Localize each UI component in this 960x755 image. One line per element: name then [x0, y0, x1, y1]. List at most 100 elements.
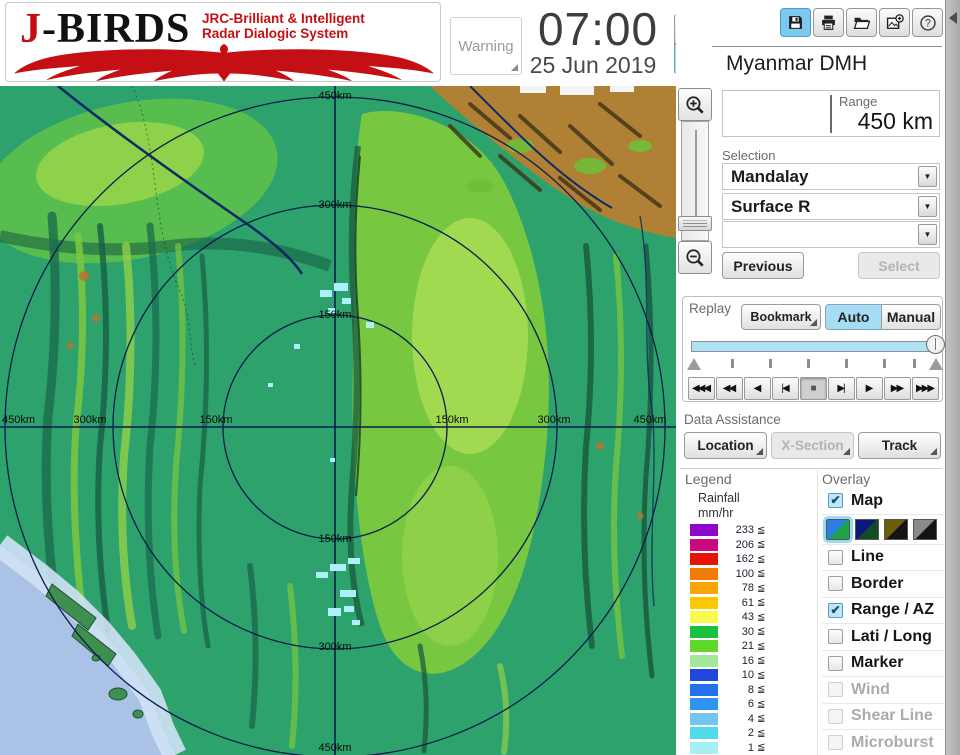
rain-echo [316, 572, 328, 578]
step-forward-button[interactable]: ▶| [828, 377, 855, 400]
legend-title: Legend [685, 471, 732, 487]
zoom-slider-handle[interactable] [678, 216, 712, 231]
zoom-in-button[interactable] [678, 88, 712, 121]
range-value: 450 km [857, 108, 933, 134]
column-separator [817, 470, 818, 755]
data-assistance-label: Data Assistance [684, 412, 781, 427]
product-dropdown[interactable]: Surface R ▼ [722, 193, 940, 220]
forward-button[interactable]: ▶▶ [884, 377, 911, 400]
checkbox-icon[interactable] [828, 576, 843, 592]
svg-text:?: ? [925, 17, 931, 29]
map-style-swatch[interactable] [823, 515, 853, 543]
legend-value: 233 [735, 524, 754, 537]
replay-slider-handle[interactable] [926, 335, 945, 354]
svg-text:300km: 300km [73, 414, 106, 426]
legend-lte-symbol: ≦ [757, 698, 766, 710]
legend-value: 61 [741, 596, 754, 609]
overlay-row-microburst[interactable]: Microburst [822, 730, 944, 755]
legend-row: 30 ≦ [690, 625, 810, 640]
svg-text:450km: 450km [2, 414, 35, 426]
extra-dropdown[interactable]: ▼ [722, 221, 940, 248]
checkbox-icon[interactable] [828, 655, 843, 671]
legend-row: 162 ≦ [690, 552, 810, 567]
zoom-out-button[interactable] [678, 241, 712, 274]
radar-map-display[interactable]: 450km 300km 150km 150km 300km 450km 450k… [0, 86, 676, 755]
overlay-row-map[interactable]: ✔ Map [822, 488, 944, 515]
help-button[interactable]: ? [912, 8, 943, 37]
svg-text:450km: 450km [318, 90, 351, 102]
overlay-row-marker[interactable]: Marker [822, 651, 944, 677]
step-back-button[interactable]: |◀ [772, 377, 799, 400]
overlay-item-label: Border [851, 574, 904, 592]
play-button[interactable]: ▶ [856, 377, 883, 400]
x-section-button[interactable]: X-Section [771, 432, 854, 459]
panel-edge-strip[interactable] [945, 0, 960, 755]
legend-color-swatch [690, 741, 718, 754]
checkbox-icon[interactable]: ✔ [828, 602, 843, 618]
warning-button[interactable]: Warning [450, 17, 522, 75]
overlay-row-border[interactable]: Border [822, 571, 944, 598]
legend-unit: Rainfall mm/hr [698, 491, 740, 520]
track-button[interactable]: Track [858, 432, 941, 459]
map-style-selector [822, 515, 944, 545]
legend-color-swatch [690, 712, 718, 725]
checkbox-icon[interactable] [828, 682, 843, 698]
legend-lte-symbol: ≦ [757, 727, 766, 739]
legend-value: 21 [741, 640, 754, 653]
legend-color-swatch [690, 553, 718, 566]
add-image-button[interactable] [879, 8, 910, 37]
legend-color-swatch [690, 669, 718, 682]
chevron-down-icon[interactable]: ▼ [918, 166, 937, 187]
rain-echo [330, 564, 346, 571]
fast-rewind-button[interactable]: ◀◀◀ [688, 377, 715, 400]
location-button[interactable]: Location [684, 432, 767, 459]
chevron-down-icon[interactable]: ▼ [918, 196, 937, 217]
overlay-row-range-az[interactable]: ✔ Range / AZ [822, 598, 944, 624]
manual-replay-button[interactable]: Manual [881, 304, 941, 330]
fast-forward-button[interactable]: ▶▶▶ [912, 377, 939, 400]
save-button[interactable] [780, 8, 811, 37]
legend-row: 10 ≦ [690, 668, 810, 683]
overlay-row-wind[interactable]: Wind [822, 677, 944, 704]
jbirds-logo: J-BIRDS JRC-Brilliant & Intelligent Rada… [5, 2, 441, 82]
play-back-button[interactable]: ◀ [744, 377, 771, 400]
previous-button[interactable]: Previous [722, 252, 804, 279]
add-image-icon [886, 13, 904, 29]
overlay-row-shear-line[interactable]: Shear Line [822, 704, 944, 730]
map-style-swatch[interactable] [913, 518, 937, 540]
panel-separator [712, 46, 942, 47]
map-style-swatch[interactable] [855, 518, 879, 540]
select-button[interactable]: Select [858, 252, 940, 279]
rain-echo [340, 590, 356, 597]
site-dropdown[interactable]: Mandalay ▼ [722, 163, 940, 190]
replay-timeline-slider[interactable] [691, 341, 937, 352]
checkbox-icon[interactable] [828, 629, 843, 645]
overlay-item-label: Marker [851, 654, 904, 672]
checkbox-icon[interactable] [828, 549, 843, 565]
rain-echo [294, 344, 300, 349]
checkbox-icon[interactable] [828, 735, 843, 751]
svg-text:150km: 150km [318, 533, 351, 545]
auto-replay-button[interactable]: Auto [825, 304, 882, 330]
chevron-down-icon[interactable]: ▼ [918, 224, 937, 245]
rain-echo [328, 608, 341, 616]
checkbox-icon[interactable] [828, 708, 843, 724]
svg-text:300km: 300km [318, 199, 351, 211]
overlay-row-line[interactable]: Line [822, 545, 944, 571]
map-style-swatch[interactable] [884, 518, 908, 540]
print-button[interactable] [813, 8, 844, 37]
checkbox-icon[interactable]: ✔ [828, 493, 843, 509]
legend-color-swatch [690, 582, 718, 595]
open-folder-button[interactable] [846, 8, 877, 37]
open-folder-icon [853, 17, 870, 29]
legend-color-swatch [690, 625, 718, 638]
rewind-button[interactable]: ◀◀ [716, 377, 743, 400]
product-dropdown-value: Surface R [731, 197, 811, 216]
legend-value: 206 [735, 538, 754, 551]
bookmark-button[interactable]: Bookmark [741, 304, 821, 330]
stop-button[interactable]: ■ [800, 377, 827, 400]
rain-echo [330, 458, 335, 462]
collapse-panel-icon[interactable] [949, 12, 957, 24]
rain-echo [320, 290, 332, 297]
overlay-row-lati-long[interactable]: Lati / Long [822, 624, 944, 651]
